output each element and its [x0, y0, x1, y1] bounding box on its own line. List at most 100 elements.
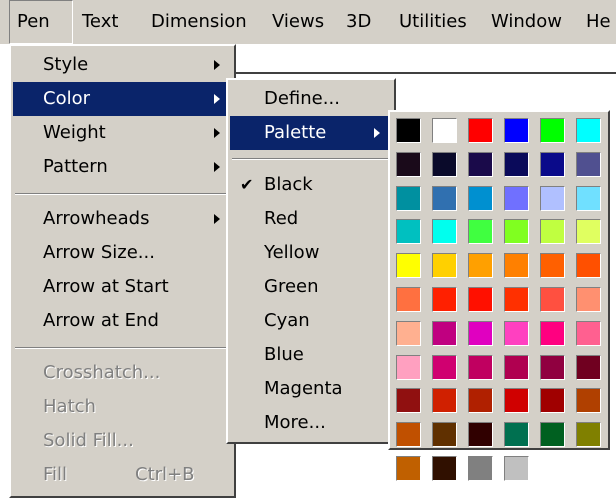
menu-window[interactable]: Window: [491, 0, 562, 44]
submenu-arrow-icon: [214, 214, 220, 224]
color-swatch[interactable]: [468, 355, 493, 380]
color-swatch[interactable]: [540, 118, 565, 143]
submenu-arrow-icon: [214, 60, 220, 70]
menu-item-black[interactable]: ✔ Black: [230, 168, 392, 202]
color-swatch[interactable]: [432, 118, 457, 143]
color-swatch[interactable]: [432, 321, 457, 346]
color-swatch[interactable]: [504, 219, 529, 244]
color-swatch[interactable]: [432, 422, 457, 447]
color-swatch[interactable]: [504, 355, 529, 380]
color-swatch[interactable]: [576, 253, 601, 278]
color-swatch[interactable]: [468, 118, 493, 143]
color-swatch[interactable]: [504, 152, 529, 177]
color-swatch[interactable]: [576, 321, 601, 346]
color-swatch[interactable]: [576, 388, 601, 413]
color-swatch[interactable]: [504, 186, 529, 211]
color-swatch[interactable]: [396, 287, 421, 312]
menu-item-red[interactable]: Red: [230, 202, 392, 236]
color-swatch[interactable]: [468, 287, 493, 312]
color-swatch[interactable]: [468, 388, 493, 413]
menu-item-arrow-at-end[interactable]: Arrow at End: [13, 304, 232, 338]
menu-dimension[interactable]: Dimension: [151, 0, 247, 44]
color-swatch[interactable]: [540, 287, 565, 312]
color-swatch[interactable]: [432, 456, 457, 481]
menu-item-color[interactable]: Color: [13, 82, 232, 116]
menu-item-style[interactable]: Style: [13, 48, 232, 82]
color-swatch[interactable]: [432, 186, 457, 211]
color-swatch[interactable]: [468, 219, 493, 244]
color-swatch[interactable]: [576, 219, 601, 244]
menu-item-define[interactable]: Define...: [230, 82, 392, 116]
color-swatch[interactable]: [540, 321, 565, 346]
menu-item-palette[interactable]: Palette: [230, 116, 392, 150]
menu-views[interactable]: Views: [272, 0, 324, 44]
menu-item-cyan[interactable]: Cyan: [230, 304, 392, 338]
menu-item-blue[interactable]: Blue: [230, 338, 392, 372]
menu-item-label: Crosshatch...: [43, 362, 161, 383]
color-swatch[interactable]: [576, 186, 601, 211]
menu-item-label: Define...: [264, 88, 340, 109]
menu-item-green[interactable]: Green: [230, 270, 392, 304]
menu-item-more[interactable]: More...: [230, 406, 392, 440]
color-swatch[interactable]: [396, 422, 421, 447]
color-swatch[interactable]: [504, 253, 529, 278]
menu-pen[interactable]: Pen: [9, 0, 73, 44]
color-swatch[interactable]: [540, 152, 565, 177]
color-swatch[interactable]: [432, 388, 457, 413]
color-swatch[interactable]: [468, 152, 493, 177]
color-swatch[interactable]: [432, 253, 457, 278]
menu-item-pattern[interactable]: Pattern: [13, 150, 232, 184]
color-swatch[interactable]: [540, 388, 565, 413]
color-swatch[interactable]: [576, 152, 601, 177]
menu-item-weight[interactable]: Weight: [13, 116, 232, 150]
color-swatch[interactable]: [504, 118, 529, 143]
color-swatch[interactable]: [396, 186, 421, 211]
color-swatch[interactable]: [540, 219, 565, 244]
color-swatch[interactable]: [468, 456, 493, 481]
menu-item-arrowheads[interactable]: Arrowheads: [13, 202, 232, 236]
color-swatch[interactable]: [504, 388, 529, 413]
color-swatch[interactable]: [396, 118, 421, 143]
color-swatch[interactable]: [504, 321, 529, 346]
color-swatch[interactable]: [396, 219, 421, 244]
color-swatch[interactable]: [504, 422, 529, 447]
color-swatch[interactable]: [396, 321, 421, 346]
menu-item-hatch[interactable]: Hatch: [13, 390, 232, 424]
color-swatch[interactable]: [576, 118, 601, 143]
color-swatch[interactable]: [540, 355, 565, 380]
menu-item-crosshatch[interactable]: Crosshatch...: [13, 356, 232, 390]
color-swatch[interactable]: [396, 152, 421, 177]
menu-item-magenta[interactable]: Magenta: [230, 372, 392, 406]
color-swatch[interactable]: [540, 253, 565, 278]
color-swatch[interactable]: [468, 321, 493, 346]
menu-text[interactable]: Text: [82, 0, 118, 44]
menu-item-arrow-at-start[interactable]: Arrow at Start: [13, 270, 232, 304]
color-swatch[interactable]: [396, 388, 421, 413]
color-swatch[interactable]: [576, 355, 601, 380]
menu-item-yellow[interactable]: Yellow: [230, 236, 392, 270]
menu-item-solid-fill[interactable]: Solid Fill...: [13, 424, 232, 458]
color-swatch[interactable]: [396, 456, 421, 481]
color-swatch[interactable]: [396, 253, 421, 278]
color-swatch[interactable]: [432, 355, 457, 380]
menu-item-label: Black: [264, 174, 313, 195]
menu-utilities[interactable]: Utilities: [399, 0, 467, 44]
color-swatch[interactable]: [432, 152, 457, 177]
color-swatch[interactable]: [504, 456, 529, 481]
color-swatch[interactable]: [576, 422, 601, 447]
color-swatch[interactable]: [432, 287, 457, 312]
menu-item-fill[interactable]: Fill Ctrl+B: [13, 458, 232, 492]
color-swatch[interactable]: [540, 422, 565, 447]
color-swatch[interactable]: [576, 287, 601, 312]
menu-help[interactable]: He: [586, 0, 611, 44]
color-swatch[interactable]: [540, 186, 565, 211]
color-swatch[interactable]: [468, 186, 493, 211]
menu-3d[interactable]: 3D: [346, 0, 371, 44]
color-swatch[interactable]: [396, 355, 421, 380]
color-swatch[interactable]: [468, 422, 493, 447]
color-swatch[interactable]: [432, 219, 457, 244]
menu-item-label: Palette: [264, 122, 327, 143]
color-swatch[interactable]: [468, 253, 493, 278]
color-swatch[interactable]: [504, 287, 529, 312]
menu-item-arrow-size[interactable]: Arrow Size...: [13, 236, 232, 270]
